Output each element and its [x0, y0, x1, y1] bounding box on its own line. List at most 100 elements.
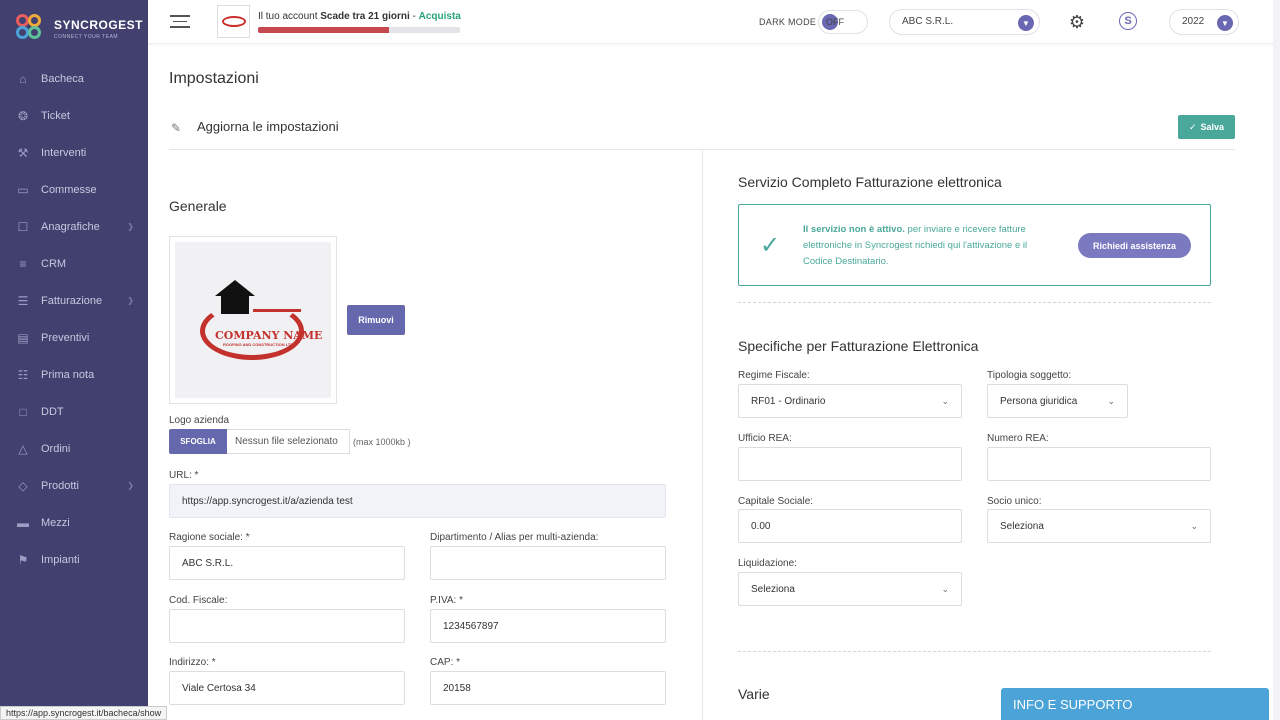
regime-label: Regime Fiscale: — [738, 370, 810, 381]
browse-button[interactable]: SFOGLIA — [169, 429, 227, 454]
indirizzo-label: Indirizzo: * — [169, 657, 216, 668]
codfiscale-label: Cod. Fiscale: — [169, 595, 228, 606]
account-sep: - — [409, 11, 419, 22]
brand[interactable]: SYNCROGEST CONNECT YOUR TEAM — [16, 14, 143, 44]
account-status: Il tuo account Scade tra 21 giorni - Acq… — [258, 11, 461, 22]
invoice-icon: ☰ — [17, 293, 29, 308]
sidebar-item-anagrafiche[interactable]: ☐ Anagrafiche ❯ — [0, 208, 148, 245]
numero-rea-field[interactable] — [987, 447, 1211, 481]
sidebar-item-commesse[interactable]: ▭ Commesse — [0, 171, 148, 208]
sidebar-item-ddt[interactable]: □ DDT — [0, 393, 148, 430]
chevron-down-icon: ⌄ — [1190, 521, 1198, 531]
brand-name: SYNCROGEST — [54, 17, 144, 32]
cap-field[interactable]: 20158 — [430, 671, 666, 705]
sidebar-item-label: Ordini — [41, 442, 71, 455]
company-select-value: ABC S.R.L. — [902, 16, 954, 27]
section-title: Aggiorna le impostazioni — [197, 119, 339, 134]
dipartimento-field[interactable] — [430, 546, 666, 580]
account-prefix: Il tuo account — [258, 11, 318, 22]
request-assistance-button[interactable]: Richiedi assistenza — [1078, 233, 1191, 258]
sidebar-item-label: Interventi — [41, 146, 87, 159]
sidebar-item-ticket[interactable]: ❂ Ticket — [0, 97, 148, 134]
capitale-label: Capitale Sociale: — [738, 496, 814, 507]
gear-icon[interactable]: ⚙ — [1067, 12, 1087, 32]
chevron-down-icon: ⌄ — [941, 396, 949, 406]
support-widget[interactable]: INFO E SUPPORTO — [1001, 688, 1269, 720]
company-select[interactable]: ABC S.R.L. ▼ — [889, 9, 1040, 35]
general-title: Generale — [169, 198, 227, 214]
varie-title: Varie — [738, 686, 770, 702]
logo-company-name: COMPANY NAME — [215, 329, 323, 342]
dark-mode-state: OFF — [826, 17, 844, 27]
sidebar-item-mezzi[interactable]: ▬ Mezzi — [0, 504, 148, 541]
sidebar-item-label: Fatturazione — [41, 294, 103, 307]
save-label: Salva — [1200, 122, 1225, 132]
sidebar-item-ordini[interactable]: △ Ordini — [0, 430, 148, 467]
file-icon: □ — [19, 404, 27, 419]
remove-logo-button[interactable]: Rimuovi — [347, 305, 405, 335]
sidebar-item-impianti[interactable]: ⚑ Impianti — [0, 541, 148, 578]
folder-icon: ▭ — [17, 182, 29, 197]
save-button[interactable]: ✓ Salva — [1178, 115, 1235, 139]
piva-field[interactable]: 1234567897 — [430, 609, 666, 643]
stack-icon: ≡ — [19, 256, 27, 271]
brand-tagline: CONNECT YOUR TEAM — [54, 33, 119, 40]
sidebar-item-interventi[interactable]: ⚒ Interventi — [0, 134, 148, 171]
dark-mode-toggle[interactable]: OFF — [818, 10, 868, 34]
logo-label: Logo azienda — [169, 415, 230, 426]
account-expiry: Scade tra 21 giorni — [320, 11, 410, 22]
scrollbar[interactable] — [1273, 0, 1280, 720]
sidebar-item-label: Mezzi — [41, 516, 70, 529]
year-select[interactable]: 2022 ▼ — [1169, 9, 1239, 35]
menu-toggle-icon[interactable] — [170, 15, 190, 29]
sidebar-item-label: CRM — [41, 257, 67, 270]
sidebar: SYNCROGEST CONNECT YOUR TEAM ⌂ Bacheca ❂ Ti… — [0, 0, 148, 720]
sidebar-item-prodotti[interactable]: ◇ Prodotti ❯ — [0, 467, 148, 504]
liquidazione-label: Liquidazione: — [738, 558, 797, 569]
chevron-down-icon: ⌄ — [1107, 396, 1115, 406]
sidebar-item-label: Anagrafiche — [41, 220, 100, 233]
dark-mode-label: DARK MODE — [759, 17, 817, 27]
chevron-right-icon: ❯ — [127, 481, 134, 490]
buy-link[interactable]: Acquista — [419, 11, 461, 22]
sidebar-item-fatturazione[interactable]: ☰ Fatturazione ❯ — [0, 282, 148, 319]
account-logo — [217, 5, 250, 38]
regime-value: RF01 - Ordinario — [751, 395, 826, 407]
document-icon: ▤ — [17, 330, 29, 345]
numero-label: Numero REA: — [987, 433, 1049, 444]
cap-label: CAP: * — [430, 657, 461, 668]
ragione-sociale-field[interactable]: ABC S.R.L. — [169, 546, 405, 580]
check-icon: ✓ — [760, 232, 781, 259]
liquidazione-value: Seleziona — [751, 583, 795, 595]
regime-fiscale-select[interactable]: RF01 - Ordinario ⌄ — [738, 384, 962, 418]
liquidazione-select[interactable]: Seleziona ⌄ — [738, 572, 962, 606]
inbox-icon: ☐ — [17, 219, 29, 234]
sidebar-item-prima-nota[interactable]: ☷ Prima nota — [0, 356, 148, 393]
trial-progress-bar — [258, 27, 460, 33]
year-select-value: 2022 — [1182, 16, 1205, 27]
socio-unico-select[interactable]: Seleziona ⌄ — [987, 509, 1211, 543]
logo-file-input[interactable]: SFOGLIA Nessun file selezionato (max 100… — [169, 429, 411, 454]
url-field[interactable]: https://app.syncrogest.it/a/azienda test — [169, 484, 666, 518]
indirizzo-field[interactable]: Viale Certosa 34 — [169, 671, 405, 705]
socio-label: Socio unico: — [987, 496, 1042, 507]
piva-label: P.IVA: * — [430, 595, 463, 606]
note-icon: ☷ — [17, 367, 29, 382]
url-label: URL: * — [169, 470, 199, 481]
sidebar-item-preventivi[interactable]: ▤ Preventivi — [0, 319, 148, 356]
socio-value: Seleziona — [1000, 520, 1044, 532]
ragione-label: Ragione sociale: * — [169, 532, 250, 543]
capitale-sociale-field[interactable]: 0.00 — [738, 509, 962, 543]
sidebar-item-label: Prodotti — [41, 479, 79, 492]
sidebar-item-crm[interactable]: ≡ CRM — [0, 245, 148, 282]
tipologia-select[interactable]: Persona giuridica ⌄ — [987, 384, 1128, 418]
tipologia-label: Tipologia soggetto: — [987, 370, 1072, 381]
column-divider — [702, 150, 703, 720]
truck-icon: ▬ — [17, 515, 29, 530]
sidebar-item-bacheca[interactable]: ⌂ Bacheca — [0, 60, 148, 97]
tools-icon: ⚒ — [17, 145, 29, 160]
coin-icon[interactable]: S — [1119, 12, 1137, 30]
ufficio-rea-field[interactable] — [738, 447, 962, 481]
chevron-down-icon: ▼ — [1018, 15, 1034, 31]
cod-fiscale-field[interactable] — [169, 609, 405, 643]
